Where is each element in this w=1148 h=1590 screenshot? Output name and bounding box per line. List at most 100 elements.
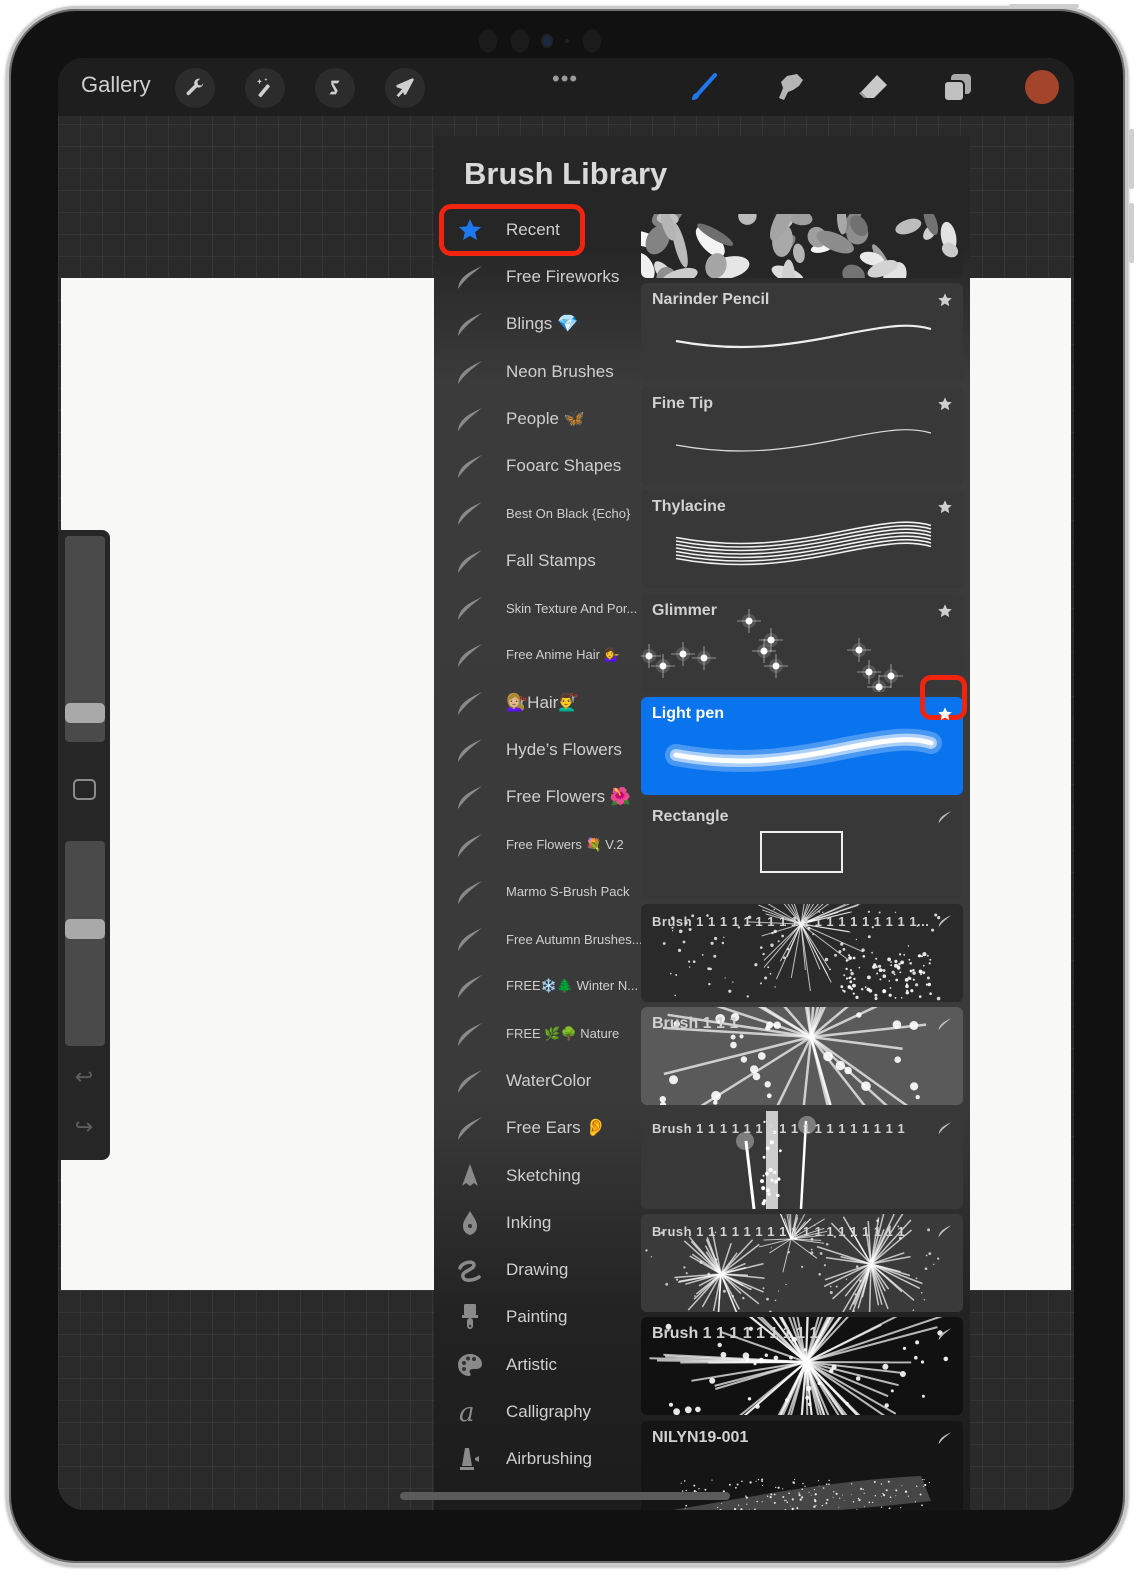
brush-name: Glimmer [652,601,717,619]
brush-set-item[interactable]: Painting [434,1294,641,1341]
brush-item[interactable]: Brush 1 1 1 [641,1007,963,1106]
brush-set-item[interactable]: Artistic [434,1341,641,1388]
brush-stroke-icon [937,1120,953,1136]
brush-item[interactable]: Fine Tip [641,386,963,485]
eraser-icon [859,75,887,98]
brush-name: Light pen [652,704,724,722]
stroke-icon [454,688,486,718]
brush-set-item[interactable]: Free Ears 👂 [434,1105,641,1152]
brush-set-label: Artistic [506,1354,557,1374]
brush-set-item[interactable]: 💇🏼‍♀️Hair💇‍♂️ [434,679,641,726]
brush-item[interactable]: Narinder Pencil [641,283,963,382]
brush-set-item[interactable]: Fall Stamps [434,537,641,584]
sensor [511,29,529,53]
brush-item[interactable]: Rectangle [641,800,963,899]
opacity-thumb[interactable] [65,918,105,939]
stroke-icon [454,593,486,623]
brush-set-item[interactable]: Free Flowers 🌺 [434,774,641,821]
palette-icon [454,1350,486,1380]
brush-set-item[interactable]: Free Flowers 💐 V.2 [434,821,641,868]
undo-icon: ↩ [74,1064,94,1089]
brush-item[interactable]: Glimmer [641,593,963,692]
selection-button[interactable] [315,68,355,108]
brush-set-item[interactable]: Free Autumn Brushes... [434,915,643,962]
brush-set-label: Free Ears 👂 [506,1118,607,1138]
erase-tool-button[interactable] [855,70,891,106]
brush-set-item[interactable]: Best On Black {Echo} [434,490,641,537]
brush-set-item[interactable]: Sketching [434,1152,641,1199]
brush-name: Brush 1 1 1 1 1 1 1 1 1 [652,1325,819,1343]
layers-button[interactable] [939,70,975,106]
brush-name: Thylacine [652,498,726,516]
brush-item[interactable] [641,214,963,278]
brush-set-item[interactable]: Free Anime Hair 💁‍♀️ [434,632,641,679]
brush-set-label: Fall Stamps [506,550,596,570]
brush-set-item[interactable]: Neon Brushes [434,348,641,395]
brush-name: Fine Tip [652,394,714,412]
brush-set-label: Fooarc Shapes [506,456,622,476]
sensor-array [479,29,601,53]
modify-button[interactable] [73,779,96,800]
brush-name: Brush 1 1 1 1 1 1 1 1 1 1 1 1 1 1 1 1 1 … [652,913,930,929]
adjustments-button[interactable] [245,68,285,108]
actions-button[interactable] [175,68,215,108]
brush-set-item[interactable]: Blings 💎 [434,301,641,348]
undo-button[interactable]: ↩ [72,1066,96,1088]
brush-set-item[interactable]: Inking [434,1199,641,1246]
paintbrush-icon [454,1302,486,1332]
redo-button[interactable]: ↪ [72,1116,96,1138]
gallery-button[interactable]: Gallery [81,72,151,98]
more-options-button[interactable]: ••• [552,66,578,92]
favorite-star-icon[interactable] [937,603,953,619]
brush-set-label: Airbrushing [506,1449,592,1469]
brush-set-item[interactable]: Hyde’s Flowers [434,726,641,773]
brush-set-item[interactable]: FREE 🌿🌳 Nature [434,1010,641,1057]
brush-stroke-icon [937,1430,953,1446]
brush-set-item[interactable]: FREE❄️🌲 Winter N... [434,963,641,1010]
brush-item[interactable]: Brush 1 1 1 1 1 1 1 1 1 1 1 1 1 1 1 1 1 … [641,1213,963,1312]
top-toolbar: Gallery ••• [58,58,1074,116]
stroke-icon [454,971,486,1001]
home-indicator[interactable] [400,1492,730,1500]
brush-set-label: Calligraphy [506,1402,592,1422]
brush-item[interactable]: Brush 1 1 1 1 1 1 1 1 1 1 1 1 1 1 1 1 1 … [641,903,963,1002]
magic-wand-icon [256,77,270,98]
smudge-tool-button[interactable] [771,70,807,106]
airbrush-icon [454,1444,486,1474]
brush-item[interactable]: Light pen [641,696,963,795]
paint-tool-button[interactable] [685,70,721,106]
transform-button[interactable] [385,68,425,108]
brush-set-item[interactable]: Drawing [434,1247,641,1294]
favorite-star-icon[interactable] [937,706,953,722]
brush-set-item[interactable]: Fooarc Shapes [434,442,641,489]
favorite-star-icon[interactable] [937,396,953,412]
squiggle-icon [454,1255,486,1285]
brush-item[interactable]: Thylacine [641,490,963,589]
brush-set-item[interactable]: Free Fireworks [434,253,641,300]
favorite-star-icon[interactable] [937,499,953,515]
brush-set-label: Inking [506,1212,552,1232]
brush-set-label: Free Fireworks [506,266,620,286]
color-picker-button[interactable] [1025,70,1059,104]
brush-library-title: Brush Library [464,156,668,191]
brush-set-item[interactable]: Marmo S-Brush Pack [434,868,641,915]
redo-icon: ↪ [74,1114,94,1139]
brush-name: Rectangle [652,808,729,826]
svg-text:a: a [459,1399,475,1425]
arrow-cursor-icon [396,78,414,98]
brush-item[interactable]: Brush 1 1 1 1 1 1 1 1 1 [641,1317,963,1416]
brush-set-list: Recent Free Fireworks Blings 💎 Neon Brushes… [434,206,643,1483]
favorite-star-icon[interactable] [937,292,953,308]
brush-set-item[interactable]: WaterColor [434,1057,641,1104]
brush-size-thumb[interactable] [65,703,105,724]
stroke-icon [454,1019,486,1049]
opacity-slider[interactable] [65,841,105,1046]
brush-set-label: Free Flowers 🌺 [506,787,632,807]
brush-set-item[interactable]: People 🦋 [434,395,641,442]
brush-set-item[interactable]: Skin Texture And Por... [434,584,641,631]
brush-set-item[interactable]: Airbrushing [434,1436,641,1483]
brush-item[interactable]: Brush 1 1 1 1 1 1 1 1 1 1 1 1 1 1 1 1 1 … [641,1110,963,1209]
wrench-icon [186,78,204,96]
brush-set-item[interactable]: a Calligraphy [434,1388,641,1435]
brush-size-slider[interactable] [65,536,105,742]
